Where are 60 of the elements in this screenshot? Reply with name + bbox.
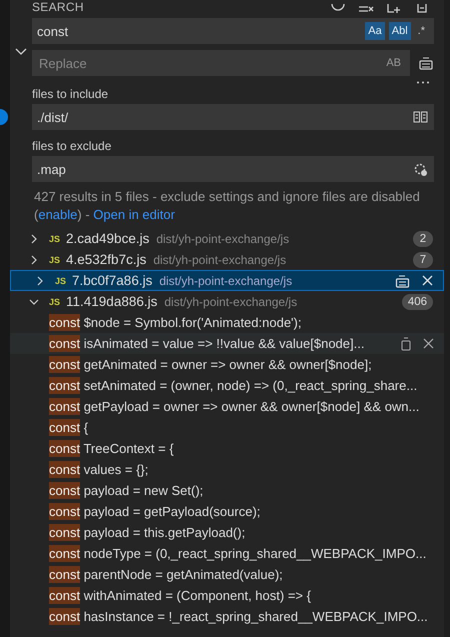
preserve-case-toggle[interactable]: AB [383,54,404,72]
match-count: 7 [413,252,433,268]
replace-icon[interactable] [401,336,411,350]
match-count: 2 [413,230,433,246]
search-option-toggle[interactable]: .* [414,22,428,40]
file-name: 4.e532fb7c.js [66,252,146,267]
more-icon[interactable] [416,81,430,84]
result-line[interactable]: const hasInstance = !_react_spring_shared__WEBPACK_IMPO... [10,606,444,627]
file-name: 7.bc0f7a86.js [72,273,152,288]
result-line[interactable]: const { [10,417,444,438]
result-line[interactable]: const $node = Symbol.for('Animated:node'); [10,312,444,333]
file-row[interactable]: JS 4.e532fb7c.js dist/yh-point-exchange/js 7 [10,249,444,270]
file-type-label: JS [49,234,60,244]
include-label: files to include [32,87,108,103]
file-type-label: JS [49,296,60,306]
result-line[interactable]: const payload = getPayload(source); [10,501,444,522]
file-path: dist/yh-point-exchange/js [164,294,298,308]
search-option-toggle[interactable]: Abl [388,22,411,40]
result-line[interactable]: const getAnimated = owner => owner && owner[$node]; [10,354,444,375]
chevron-icon [29,254,39,264]
file-row[interactable]: JS 7.bc0f7a86.js dist/yh-point-exchange/js [10,270,444,291]
replace-field[interactable]: Replace AB [32,50,410,76]
result-line[interactable]: const payload = new Set(); [10,480,444,501]
enable-link[interactable]: enable [38,207,78,222]
result-line[interactable]: const TreeContext = { [10,438,444,459]
book-icon[interactable] [413,111,428,123]
result-line[interactable]: const getPayload = owner => owner && owner[$node] && own... [10,396,444,417]
replace-icon[interactable] [395,274,410,288]
file-type-label: JS [55,276,66,286]
chevron-icon [29,234,39,244]
file-name: 2.cad49bce.js [66,231,150,246]
search-field[interactable]: const Aa Abl .* [32,18,434,44]
file-type-label: JS [49,254,60,264]
file-name: 11.419da886.js [66,294,158,309]
close-icon[interactable] [423,338,434,349]
file-row[interactable]: JS 2.cad49bce.js dist/yh-point-exchange/js 2 [10,228,444,249]
results-message: 427 results in 5 files - exclude settings and ignore files are disabled (enable) - Open in editor [33,188,421,224]
result-line[interactable]: const nodeType = (0,_react_spring_shared__WEBPACK_IMPO... [10,543,444,564]
file-path: dist/yh-point-exchange/js [153,252,286,266]
file-row[interactable]: JS 11.419da886.js dist/yh-point-exchange/js 406 [10,291,444,312]
clear-results-icon[interactable] [358,6,374,14]
exclude-field[interactable]: .map [32,156,434,182]
open-in-editor-link[interactable]: Open in editor [93,207,175,222]
search-option-toggle[interactable]: Aa [365,22,385,40]
result-line[interactable]: const values = {}; [10,459,444,480]
panel-title: SEARCH [32,0,85,14]
exclude-label: files to exclude [32,139,112,155]
gear-icon[interactable] [413,162,428,176]
file-path: dist/yh-point-exchange/js [156,232,290,246]
chevron-icon [29,296,39,306]
file-path: dist/yh-point-exchange/js [159,274,292,288]
result-line[interactable]: const parentNode = getAnimated(value); [10,564,444,585]
include-field[interactable]: ./dist/ [32,104,434,130]
result-line[interactable]: const withAnimated = (Component, host) => { [10,585,444,606]
chevron-down-icon[interactable] [15,48,27,56]
match-count: 406 [402,294,433,310]
chevron-icon [35,276,45,286]
result-line[interactable]: const setAnimated = (owner, node) => (0,_react_spring_share... [10,375,444,396]
result-line[interactable]: const payload = this.getPayload(); [10,522,444,543]
replace-all-icon[interactable] [418,55,434,71]
